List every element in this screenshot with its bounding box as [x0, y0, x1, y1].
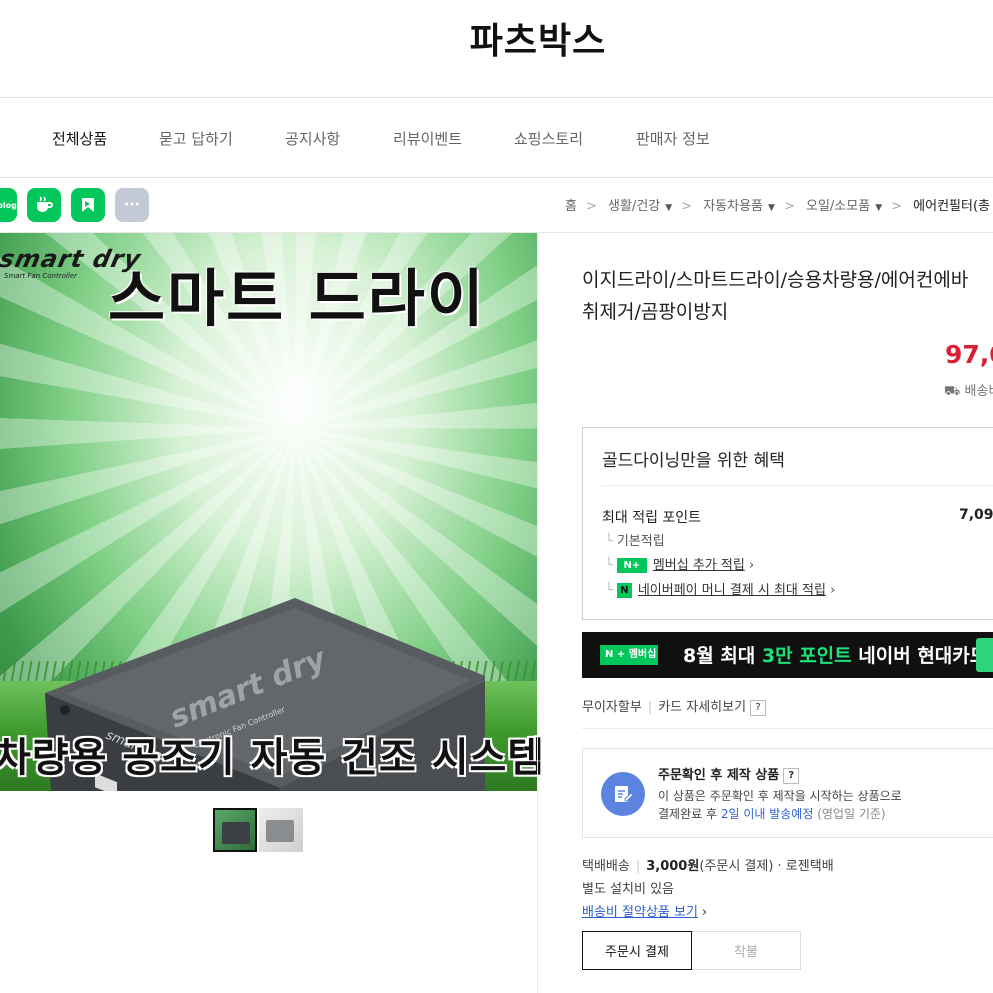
nav-item-review-event[interactable]: 리뷰이벤트 [393, 128, 462, 149]
chevron-right-icon: › [748, 558, 755, 573]
product-page: 파츠박스 ‹ 전체상품 묻고 답하기 공지사항 리뷰이벤트 쇼핑스토리 판매자 … [0, 0, 993, 993]
thumbnail-2[interactable] [259, 808, 303, 852]
chevron-right-icon: › [830, 583, 836, 598]
image-headline: 스마트 드라이 [108, 262, 486, 335]
dispatch-estimate: 2일 이내 발송예정 [720, 807, 814, 821]
band-share-icon[interactable] [71, 188, 105, 222]
npay-points-row[interactable]: └ N 네이버페이 머니 결제 시 최대 적립 › [605, 579, 835, 598]
image-bottom-caption: 차량용 공조기 자동 건조 시스템 [0, 735, 546, 781]
max-points-value: 7,090 [959, 507, 993, 523]
blog-share-icon[interactable]: blog [0, 188, 17, 222]
divider [0, 177, 993, 178]
max-points-label: 최대 적립 포인트 [602, 510, 702, 526]
basic-points-row: └ 기본적립 [605, 534, 665, 549]
chevron-down-icon[interactable]: ▼ [768, 203, 775, 213]
naver-plus-badge-icon: N+ [616, 558, 647, 573]
breadcrumb-separator-icon: > [783, 199, 795, 214]
notice-title: 주문확인 후 제작 상품? [658, 764, 800, 784]
delivery-row: 택배배송 | 3,000원(주문시 결제) · 로젠택배 [582, 859, 834, 874]
divider [602, 485, 993, 486]
delivery-method: 택배배송 [582, 859, 630, 874]
banner-text-part: 네이버 현대카드 [851, 645, 988, 667]
basic-points-label: 기본적립 [616, 534, 665, 549]
banner-text: 8월 최대 3만 포인트 네이버 현대카드 [683, 641, 987, 668]
blog-share-label: blog [0, 200, 17, 210]
courier-name: · 로젠택배 [777, 859, 834, 874]
breadcrumb-home[interactable]: 홈 [565, 199, 577, 214]
banner-text-part: 8월 최대 [683, 645, 762, 667]
notice-title-text: 주문확인 후 제작 상품 [658, 768, 780, 783]
membership-card-banner[interactable]: N + 멤버십 8월 최대 3만 포인트 네이버 현대카드 [582, 632, 993, 678]
install-note: 별도 설치비 있음 [582, 882, 674, 897]
installment-label: 무이자할부 [582, 700, 642, 715]
store-title[interactable]: 파츠박스 [0, 12, 993, 64]
shipping-summary: ⛟ 배송비 [944, 380, 993, 401]
thumbnail-1[interactable] [213, 808, 257, 852]
product-price: 97,0 [945, 340, 993, 369]
naver-plus-membership-badge: N + 멤버십 [600, 645, 658, 665]
breadcrumb-item[interactable]: 생활/건강 [608, 199, 660, 214]
more-share-icon[interactable]: ··· [115, 188, 149, 222]
cafe-share-icon[interactable] [27, 188, 61, 222]
shipping-summary-label: 배송비 [964, 384, 993, 399]
membership-points-link[interactable]: 멤버십 추가 적립 [653, 558, 745, 573]
shipping-saver-link[interactable]: 배송비 절약상품 보기 › [582, 901, 707, 920]
edit-document-icon [601, 772, 645, 816]
benefit-box: 골드다이닝만을 위한 혜택 최대 적립 포인트 7,090 └기본적립 └N+멤… [582, 427, 993, 620]
column-divider [537, 233, 538, 993]
breadcrumb-separator-icon: > [585, 199, 597, 214]
product-title: 이지드라이/스마트드라이/승용차량용/에어컨에바 취제거/곰팡이방지 [582, 264, 993, 328]
nav-item-notice[interactable]: 공지사항 [285, 128, 340, 149]
nav-item-all-products[interactable]: 전체상품 [52, 128, 107, 149]
store-nav: ‹ 전체상품 묻고 답하기 공지사항 리뷰이벤트 쇼핑스토리 판매자 정보 [0, 98, 993, 177]
breadcrumb-separator-icon: > [681, 199, 693, 214]
chevron-down-icon[interactable]: ▼ [665, 203, 672, 213]
shipping-saver-link-text[interactable]: 배송비 절약상품 보기 [582, 905, 698, 920]
nav-item-qna[interactable]: 묻고 답하기 [159, 128, 233, 149]
truck-icon: ⛟ [944, 384, 961, 399]
made-to-order-notice: 주문확인 후 제작 상품? 이 상품은 주문확인 후 제작을 시작하는 상품으로… [582, 748, 993, 838]
breadcrumb-item[interactable]: 오일/소모품 [806, 199, 870, 214]
banner-text-highlight: 3만 포인트 [761, 645, 852, 667]
image-brand-subtitle: Smart Fan Controller [4, 272, 77, 280]
product-title-line2: 취제거/곰팡이방지 [582, 301, 729, 323]
product-title-line1: 이지드라이/스마트드라이/승용차량용/에어컨에바 [582, 269, 969, 291]
naver-pay-badge-icon: N [616, 583, 632, 598]
more-share-label: ··· [124, 197, 140, 213]
npay-points-link[interactable]: 네이버페이 머니 결제 시 최대 적립 [638, 583, 826, 598]
membership-points-row[interactable]: └ N+ 멤버십 추가 적립 › [605, 554, 754, 573]
prepaid-shipping-button[interactable]: 주문시 결제 [582, 931, 692, 970]
notice-line2-suffix: (영업일 기준) [813, 807, 886, 821]
breadcrumb-item[interactable]: 자동차용품 [703, 199, 763, 214]
notice-line2: 결제완료 후 2일 이내 발송예정 (영업일 기준) [658, 805, 886, 822]
benefit-heading: 골드다이닝만을 위한 혜택 [602, 451, 785, 471]
breadcrumb-separator-icon: > [891, 199, 903, 214]
nav-item-shopping-story[interactable]: 쇼핑스토리 [514, 128, 583, 149]
delivery-fee: 3,000원 [646, 859, 700, 874]
card-info-row: 무이자할부 | 카드 자세히보기? [582, 696, 767, 716]
help-icon[interactable]: ? [783, 767, 800, 784]
card-image-icon [976, 638, 993, 672]
notice-line2-prefix: 결제완료 후 [658, 807, 721, 821]
chevron-down-icon[interactable]: ▼ [875, 203, 882, 213]
divider [582, 728, 993, 729]
help-icon[interactable]: ? [750, 699, 767, 716]
card-detail-link[interactable]: 카드 자세히보기 [658, 700, 746, 715]
chevron-right-icon: › [701, 905, 708, 920]
nav-item-seller-info[interactable]: 판매자 정보 [636, 128, 710, 149]
delivery-fee-note: (주문시 결제) [699, 859, 774, 874]
cod-shipping-button[interactable]: 착불 [692, 931, 801, 970]
breadcrumb: 홈 > 생활/건강 ▼ > 자동차용품 ▼ > 오일/소모품 ▼ > 에어컨필터(총 3개) [565, 195, 993, 214]
breadcrumb-current[interactable]: 에어컨필터(총 3개) [913, 199, 993, 214]
notice-line1: 이 상품은 주문확인 후 제작을 시작하는 상품으로 [658, 789, 902, 803]
